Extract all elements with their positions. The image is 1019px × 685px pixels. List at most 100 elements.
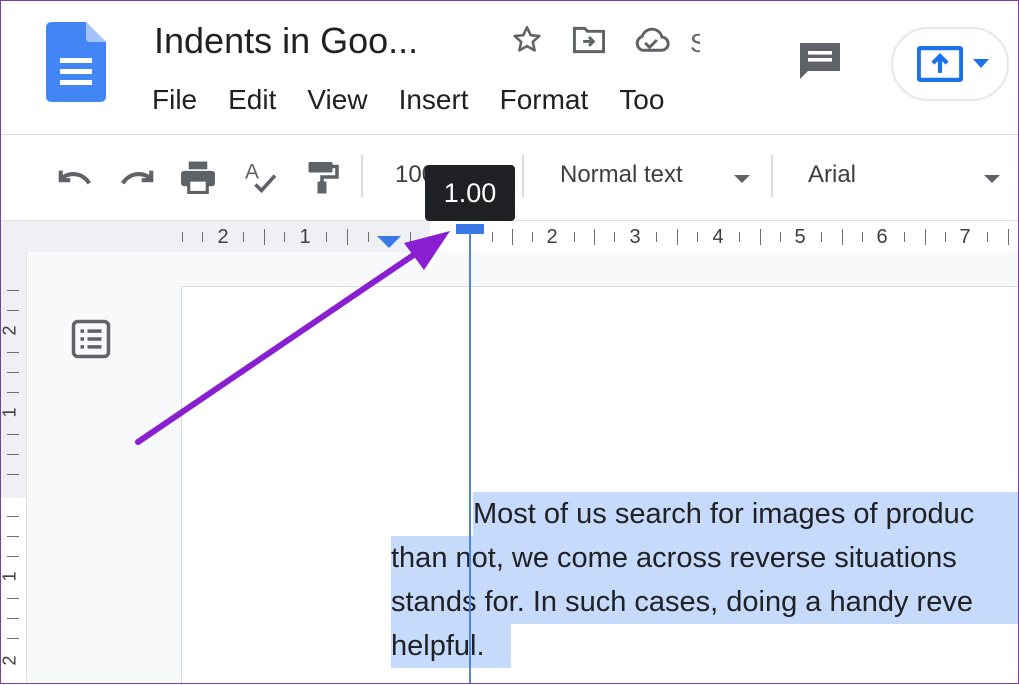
cloud-saved-icon[interactable] bbox=[632, 22, 670, 58]
ruler-tick bbox=[7, 556, 19, 557]
ruler-label: 4 bbox=[712, 226, 724, 248]
menu-tools[interactable]: Too bbox=[619, 84, 664, 116]
ruler-label: 1 bbox=[0, 407, 20, 418]
ruler-tick bbox=[202, 232, 203, 242]
ruler-tick bbox=[7, 474, 19, 475]
ruler-tick bbox=[842, 229, 843, 245]
print-icon[interactable] bbox=[178, 157, 218, 197]
ruler-tick bbox=[368, 232, 369, 242]
paint-format-icon[interactable] bbox=[302, 157, 342, 197]
document-outline-icon[interactable] bbox=[70, 318, 112, 360]
text-line: than not, we come across reverse situati… bbox=[391, 536, 1019, 580]
ruler-tick bbox=[1008, 229, 1009, 245]
menu-edit[interactable]: Edit bbox=[228, 84, 276, 116]
toolbar-divider bbox=[361, 155, 363, 197]
ruler-tick bbox=[904, 232, 905, 242]
ruler-tick bbox=[7, 516, 19, 517]
redo-icon[interactable] bbox=[117, 157, 157, 197]
ruler-label: 2 bbox=[217, 226, 229, 248]
horizontal-ruler[interactable]: 2 1 2 3 4 5 6 7 bbox=[0, 220, 1019, 254]
ruler-tick bbox=[945, 232, 946, 242]
ruler-tick bbox=[780, 232, 781, 242]
ruler-tick bbox=[987, 232, 988, 242]
ruler-label: 6 bbox=[876, 226, 888, 248]
ruler-tick bbox=[594, 229, 595, 245]
ruler-tick bbox=[7, 372, 19, 373]
ruler-label: 1 bbox=[0, 571, 20, 582]
vertical-ruler[interactable]: 2 1 1 2 bbox=[0, 252, 27, 684]
toolbar-divider bbox=[771, 155, 773, 197]
comment-icon bbox=[800, 43, 840, 79]
ruler-label: 7 bbox=[959, 226, 971, 248]
ruler-label: 2 bbox=[546, 226, 558, 248]
ruler-tick bbox=[760, 229, 761, 245]
vertical-ruler-margin bbox=[0, 252, 26, 498]
ruler-label: 2 bbox=[0, 325, 20, 336]
menu-bar: File Edit View Insert Format Too bbox=[152, 84, 695, 116]
menu-insert[interactable]: Insert bbox=[399, 84, 469, 116]
font-family-select[interactable]: Arial bbox=[808, 161, 856, 189]
google-docs-logo-icon[interactable] bbox=[46, 22, 106, 102]
ruler-tick bbox=[7, 434, 19, 435]
indent-tooltip: 1.00 bbox=[425, 165, 515, 221]
ruler-tick bbox=[656, 232, 657, 242]
ruler-tick bbox=[7, 638, 19, 639]
svg-text:A: A bbox=[245, 161, 259, 184]
indent-guide-line bbox=[469, 232, 471, 684]
present-icon bbox=[917, 46, 963, 82]
ruler-tick bbox=[7, 352, 19, 353]
menu-view[interactable]: View bbox=[307, 84, 367, 116]
move-folder-icon[interactable] bbox=[570, 22, 608, 58]
chevron-down-icon bbox=[973, 59, 989, 68]
ruler-tick bbox=[614, 232, 615, 242]
present-button[interactable] bbox=[891, 27, 1009, 101]
ruler-tick bbox=[532, 232, 533, 242]
ruler-label: 1 bbox=[299, 226, 311, 248]
ruler-tick bbox=[7, 392, 19, 393]
undo-icon[interactable] bbox=[55, 157, 95, 197]
ruler-tick bbox=[925, 229, 926, 245]
ruler-tick bbox=[7, 536, 19, 537]
ruler-tick bbox=[7, 454, 19, 455]
paragraph-style-select[interactable]: Normal text bbox=[560, 161, 683, 189]
ruler-tick bbox=[7, 598, 19, 599]
chevron-down-icon[interactable] bbox=[984, 175, 1000, 183]
chevron-down-icon[interactable] bbox=[734, 175, 750, 183]
app-header: Indents in Goo... S File Edit View Inser… bbox=[0, 0, 1019, 135]
spellcheck-icon[interactable]: A bbox=[240, 157, 280, 197]
comment-history-button[interactable] bbox=[790, 36, 850, 88]
ruler-tick bbox=[182, 232, 183, 242]
toolbar-divider bbox=[522, 155, 524, 197]
ruler-tick bbox=[347, 229, 348, 245]
text-line: helpful. bbox=[391, 624, 511, 668]
ruler-tick bbox=[677, 229, 678, 245]
ruler-tick bbox=[410, 232, 411, 242]
ruler-tick bbox=[574, 232, 575, 242]
ruler-tick bbox=[862, 232, 863, 242]
document-title[interactable]: Indents in Goo... bbox=[154, 20, 418, 62]
text-line: stands for. In such cases, doing a handy… bbox=[391, 580, 1019, 624]
document-page[interactable] bbox=[181, 286, 1019, 685]
title-actions bbox=[508, 22, 670, 58]
ruler-label: 5 bbox=[794, 226, 806, 248]
ruler-tick bbox=[697, 232, 698, 242]
ruler-tick bbox=[7, 618, 19, 619]
ruler-tick bbox=[821, 232, 822, 242]
ruler-tick bbox=[243, 232, 244, 242]
left-indent-marker[interactable] bbox=[377, 236, 401, 248]
ruler-left-margin bbox=[0, 221, 430, 253]
ruler-tick bbox=[7, 290, 19, 291]
ruler-tick bbox=[284, 232, 285, 242]
ruler-tick bbox=[264, 229, 265, 245]
menu-file[interactable]: File bbox=[152, 84, 197, 116]
ruler-tick bbox=[326, 232, 327, 242]
ruler-label: 3 bbox=[629, 226, 641, 248]
ruler-tick bbox=[492, 232, 493, 242]
ruler-tick bbox=[739, 232, 740, 242]
menu-format[interactable]: Format bbox=[500, 84, 589, 116]
ruler-tick bbox=[512, 229, 513, 245]
star-icon[interactable] bbox=[508, 22, 546, 58]
ruler-tick bbox=[7, 310, 19, 311]
ruler-label: 2 bbox=[0, 655, 20, 666]
text-line: Most of us search for images of produc bbox=[473, 492, 1019, 536]
